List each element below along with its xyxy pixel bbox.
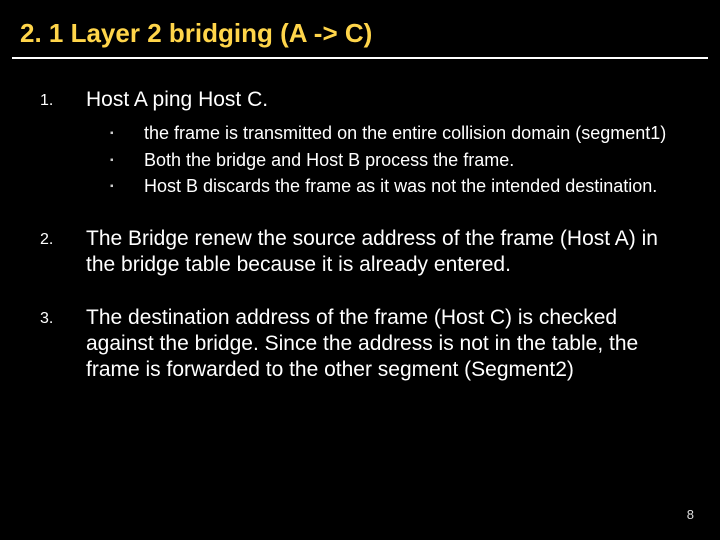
- item-number: 3.: [40, 305, 86, 329]
- title-paren: (A -> C): [280, 18, 372, 48]
- list-item: 3. The destination address of the frame …: [40, 305, 680, 384]
- main-list: 1. Host A ping Host C. ▪ the frame is tr…: [40, 87, 680, 383]
- item-text: The Bridge renew the source address of t…: [86, 226, 680, 279]
- sub-item-text: the frame is transmitted on the entire c…: [144, 121, 680, 145]
- square-bullet-icon: ▪: [110, 121, 144, 141]
- square-bullet-icon: ▪: [110, 148, 144, 168]
- list-item: 2. The Bridge renew the source address o…: [40, 226, 680, 279]
- page-number: 8: [687, 507, 694, 522]
- item-text: Host A ping Host C.: [86, 88, 268, 111]
- slide: 2. 1 Layer 2 bridging (A -> C) 1. Host A…: [0, 0, 720, 540]
- item-number: 2.: [40, 226, 86, 250]
- sub-item: ▪ Both the bridge and Host B process the…: [110, 148, 680, 172]
- slide-body: 1. Host A ping Host C. ▪ the frame is tr…: [0, 59, 720, 383]
- item-number: 1.: [40, 87, 86, 111]
- sub-item: ▪ Host B discards the frame as it was no…: [110, 174, 680, 198]
- sub-item-text: Host B discards the frame as it was not …: [144, 174, 680, 198]
- title-main: 2. 1 Layer 2 bridging: [20, 18, 273, 48]
- sub-list: ▪ the frame is transmitted on the entire…: [86, 121, 680, 198]
- item-text: The destination address of the frame (Ho…: [86, 305, 680, 384]
- slide-title: 2. 1 Layer 2 bridging (A -> C): [0, 0, 720, 53]
- sub-item: ▪ the frame is transmitted on the entire…: [110, 121, 680, 145]
- sub-item-text: Both the bridge and Host B process the f…: [144, 148, 680, 172]
- square-bullet-icon: ▪: [110, 174, 144, 194]
- list-item: 1. Host A ping Host C. ▪ the frame is tr…: [40, 87, 680, 200]
- item-text-block: Host A ping Host C. ▪ the frame is trans…: [86, 87, 680, 200]
